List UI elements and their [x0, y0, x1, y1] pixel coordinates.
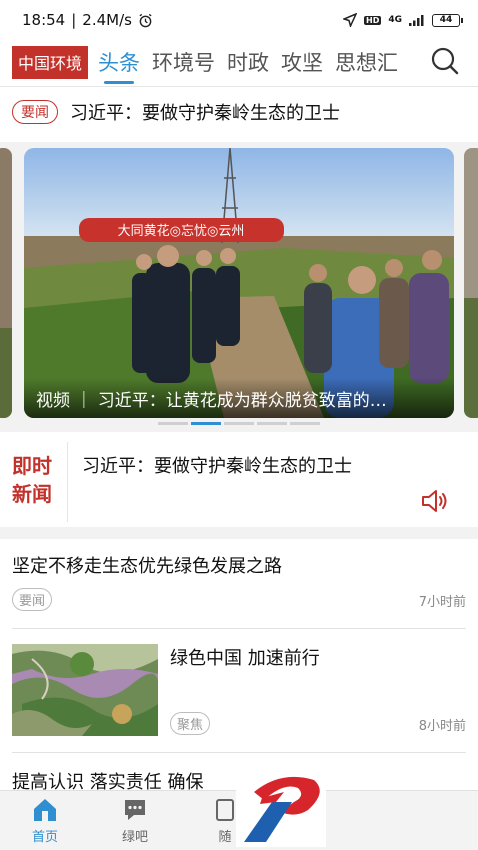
news-time: 7小时前	[418, 595, 466, 610]
search-icon[interactable]	[430, 46, 460, 76]
status-time: 18:54	[22, 11, 66, 29]
carousel-dot[interactable]	[290, 422, 320, 425]
network-type: 4G	[388, 15, 402, 25]
carousel: 大同黄花◎忘忧◎云州 视频 ｜ 习近平：让黄花成为群众脱贫致富的…	[0, 142, 478, 432]
status-bar: 18:54 | 2.4M/s HD 4G 44	[0, 0, 478, 40]
news-thumbnail	[12, 644, 158, 736]
status-right: HD 4G 44	[343, 13, 463, 27]
section-gap	[0, 527, 478, 539]
brand-logo[interactable]: 中国环境	[12, 45, 89, 79]
tab-thoughts[interactable]: 思想汇	[335, 47, 398, 77]
live-news-divider	[67, 442, 68, 522]
headline-badge: 要闻	[12, 100, 58, 124]
headline-title: 习近平：要做守护秦岭生态的卫士	[70, 103, 340, 124]
live-news-panel[interactable]: 即时 新闻 习近平：要做守护秦岭生态的卫士	[0, 432, 478, 527]
nav-home[interactable]: 首页	[10, 797, 80, 845]
news-title: 坚定不移走生态优先绿色发展之路	[12, 556, 282, 577]
news-time: 8小时前	[418, 719, 466, 734]
channel-tabs: 头条 环境号 时政 攻坚 思想汇	[98, 47, 398, 84]
carousel-dot-active[interactable]	[191, 422, 221, 425]
carousel-dot[interactable]	[257, 422, 287, 425]
carousel-sign: 大同黄花◎忘忧◎云州	[79, 218, 284, 242]
live-news-label-line1: 即时	[12, 454, 52, 478]
status-left: 18:54 | 2.4M/s	[22, 11, 153, 29]
top-headline[interactable]: 要闻 习近平：要做守护秦岭生态的卫士	[12, 96, 340, 128]
carousel-dot[interactable]	[224, 422, 254, 425]
signal-icon	[409, 15, 424, 26]
carousel-indicators	[158, 422, 320, 425]
speaker-icon[interactable]	[420, 487, 450, 515]
news-item[interactable]: 坚定不移走生态优先绿色发展之路 要闻 7小时前	[12, 552, 466, 624]
hd-badge: HD	[364, 15, 382, 25]
carousel-main-slide[interactable]: 大同黄花◎忘忧◎云州 视频 ｜ 习近平：让黄花成为群众脱贫致富的…	[24, 148, 454, 418]
header-divider	[0, 86, 478, 87]
news-tag: 要闻	[12, 588, 53, 611]
top-nav: 中国环境 头条 环境号 时政 攻坚 思想汇	[0, 40, 478, 84]
carousel-prev-slide[interactable]	[0, 148, 12, 418]
carousel-dot[interactable]	[158, 422, 188, 425]
chat-icon	[125, 800, 145, 820]
carousel-next-slide[interactable]	[464, 148, 478, 418]
tab-environment[interactable]: 环境号	[152, 47, 215, 77]
home-icon	[34, 799, 56, 821]
list-divider	[12, 752, 466, 753]
list-divider	[12, 628, 466, 629]
floating-logo-icon[interactable]	[236, 772, 326, 847]
status-separator: |	[71, 11, 77, 29]
carousel-caption: 视频 ｜ 习近平：让黄花成为群众脱贫致富的…	[24, 378, 454, 418]
location-icon	[343, 13, 357, 27]
tab-headlines[interactable]: 头条	[98, 47, 140, 84]
battery-level: 44	[439, 15, 453, 25]
nav-green-bar[interactable]: 绿吧	[100, 797, 170, 845]
nav-green-bar-label: 绿吧	[121, 830, 148, 845]
news-title: 绿色中国 加速前行	[170, 648, 320, 669]
nav-home-label: 首页	[31, 830, 58, 845]
live-news-label: 即时 新闻	[12, 452, 58, 508]
carousel-sign-text: 大同黄花◎忘忧◎云州	[118, 223, 245, 239]
nav-random-label: 随	[218, 830, 232, 845]
battery-icon: 44	[432, 13, 463, 27]
news-item[interactable]: 绿色中国 加速前行 聚焦 8小时前	[12, 644, 466, 740]
document-icon	[216, 799, 234, 821]
tab-campaign[interactable]: 攻坚	[281, 47, 323, 77]
status-speed: 2.4M/s	[82, 11, 132, 29]
news-tag: 聚焦	[170, 712, 211, 735]
tab-politics[interactable]: 时政	[227, 47, 269, 77]
alarm-icon	[139, 13, 152, 27]
live-news-text: 习近平：要做守护秦岭生态的卫士	[82, 456, 352, 477]
live-news-label-line2: 新闻	[12, 482, 52, 506]
